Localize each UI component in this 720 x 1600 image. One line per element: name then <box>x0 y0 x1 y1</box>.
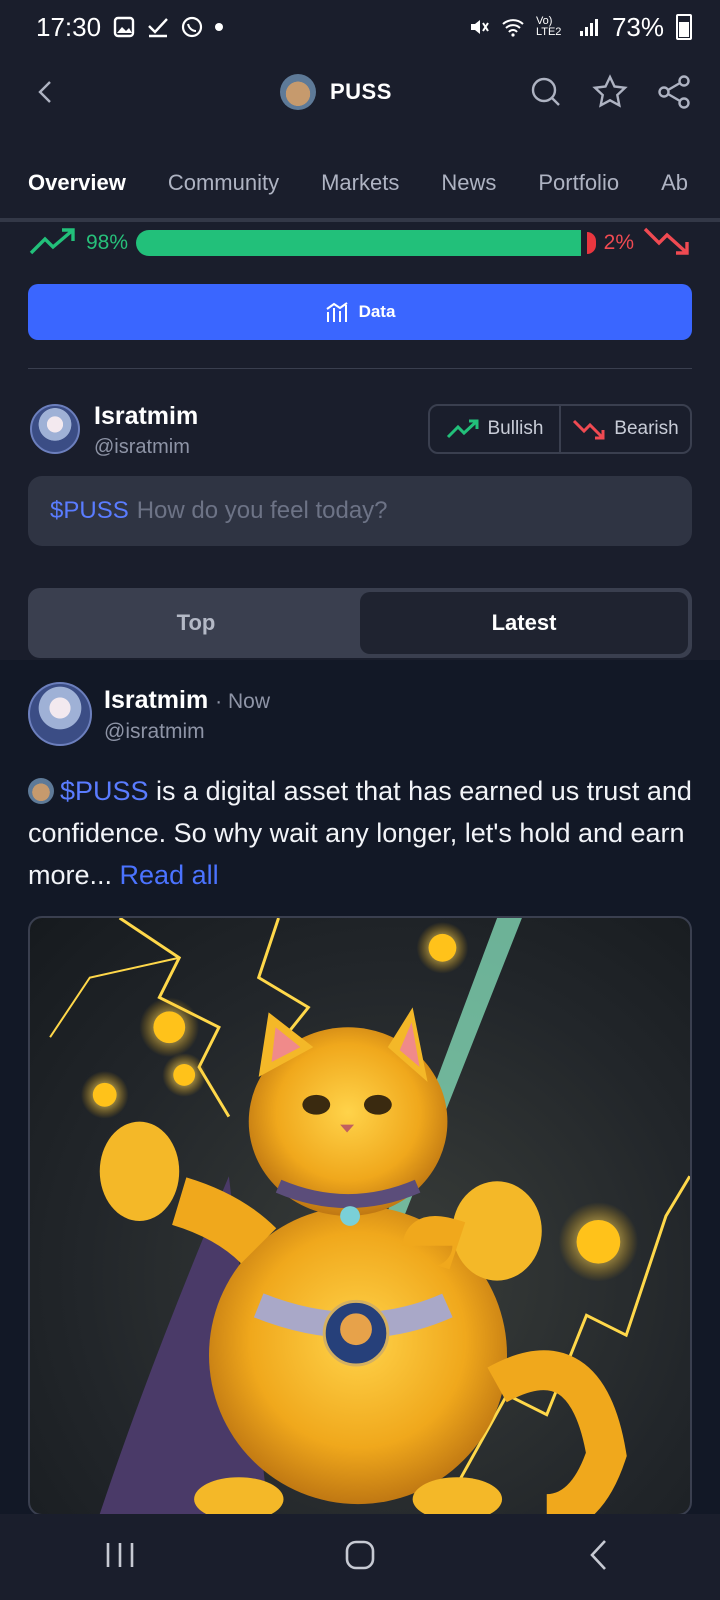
system-back-button[interactable] <box>580 1535 620 1580</box>
composer-handle: @isratmim <box>94 436 190 458</box>
coin-title: PUSS <box>280 74 392 110</box>
cat-illustration <box>49 918 690 1514</box>
back-icon <box>590 1539 606 1570</box>
sentiment-meter <box>136 230 596 256</box>
gallery-icon <box>113 16 135 38</box>
coin-icon <box>28 778 54 804</box>
status-bar: 17:30 Vo) LTE2 73% <box>0 0 720 54</box>
favorite-button[interactable] <box>592 74 628 115</box>
home-icon <box>345 1540 375 1569</box>
trend-up-icon <box>446 419 478 439</box>
post-header: Isratmim · Now @isratmim <box>28 682 692 752</box>
read-all-link[interactable]: Read all <box>120 860 219 890</box>
feed: Isratmim · Now @isratmim $PUSS is a digi… <box>0 660 720 1520</box>
post-avatar[interactable] <box>28 682 92 746</box>
bearish-fill <box>586 232 596 254</box>
recents-icon <box>106 1542 134 1567</box>
sentiment-bar: 98% 2% <box>28 222 692 264</box>
battery-percent: 73% <box>611 11 664 42</box>
bullish-label: Bullish <box>487 418 544 439</box>
mute-icon <box>470 20 489 34</box>
post-compose-input[interactable]: $PUSS How do you feel today? <box>28 476 692 546</box>
battery-icon <box>676 14 692 40</box>
compose-ticker: $PUSS <box>50 497 129 524</box>
trend-down-icon <box>573 419 605 440</box>
post-time: · Now <box>215 690 271 713</box>
tab-overview[interactable]: Overview <box>28 158 126 218</box>
page-title: PUSS <box>330 79 392 104</box>
wifi-icon <box>502 19 524 37</box>
search-button[interactable] <box>528 74 564 115</box>
sort-top-button[interactable]: Top <box>32 592 360 654</box>
data-button[interactable]: Data <box>28 284 692 340</box>
tab-markets[interactable]: Markets <box>321 158 399 218</box>
back-button[interactable] <box>28 74 64 115</box>
bullish-percent: 98% <box>86 231 129 254</box>
whatsapp-icon <box>181 16 203 38</box>
recents-button[interactable] <box>100 1535 140 1580</box>
post-image[interactable] <box>28 916 692 1516</box>
tab-community[interactable]: Community <box>168 158 279 218</box>
composer-user: Isratmim @isratmim Bullish Bearish <box>28 402 692 462</box>
compose-placeholder: How do you feel today? <box>136 497 388 524</box>
divider <box>28 368 692 369</box>
network-label: Vo) LTE2 <box>535 15 562 38</box>
bullish-button[interactable]: Bullish <box>430 406 559 452</box>
post-body: $PUSS is a digital asset that has earned… <box>28 770 692 896</box>
sentiment-toggle: Bullish Bearish <box>428 404 692 454</box>
notification-dot <box>215 23 224 31</box>
chart-icon <box>325 302 348 322</box>
trend-up-icon <box>28 226 78 261</box>
bearish-percent: 2% <box>603 231 634 254</box>
search-icon <box>531 77 560 106</box>
signal-icon <box>579 19 598 36</box>
post-author[interactable]: Isratmim · Now <box>104 686 270 715</box>
tab-portfolio[interactable]: Portfolio <box>538 158 619 218</box>
sort-latest-button[interactable]: Latest <box>360 592 688 654</box>
tab-bar: Overview Community Markets News Portfoli… <box>0 158 720 222</box>
post-handle: @isratmim <box>104 720 205 743</box>
coin-logo <box>280 74 316 110</box>
post-author-name: Isratmim <box>104 686 209 714</box>
home-button[interactable] <box>340 1535 380 1580</box>
bearish-label: Bearish <box>614 418 679 439</box>
trend-down-icon <box>642 226 692 261</box>
data-button-label: Data <box>358 302 396 321</box>
back-icon <box>38 80 51 103</box>
tab-about[interactable]: Ab <box>661 158 688 218</box>
share-icon <box>658 75 690 109</box>
status-time: 17:30 <box>36 11 102 42</box>
tab-news[interactable]: News <box>441 158 496 218</box>
composer-username: Isratmim <box>94 402 199 430</box>
system-nav-bar <box>0 1514 720 1600</box>
avatar <box>30 404 80 454</box>
check-icon <box>148 18 168 38</box>
feed-sort-toggle: Top Latest <box>28 588 692 658</box>
bearish-button[interactable]: Bearish <box>559 406 690 452</box>
star-icon <box>592 74 628 108</box>
bullish-fill <box>136 230 581 256</box>
share-button[interactable] <box>656 74 692 115</box>
post-cashtag[interactable]: $PUSS <box>60 776 149 806</box>
top-app-bar: PUSS <box>0 56 720 132</box>
